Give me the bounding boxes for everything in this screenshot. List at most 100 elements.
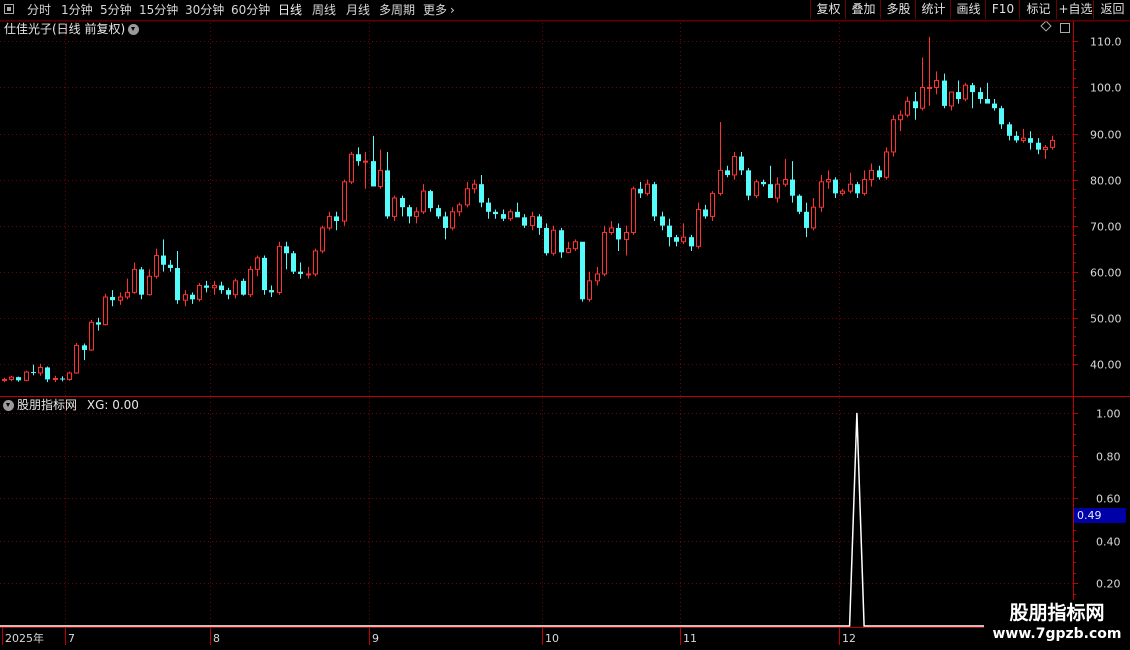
candle-body: [89, 321, 94, 351]
candle-body: [855, 184, 860, 194]
candle-body: [905, 100, 910, 116]
candle-body: [840, 190, 845, 194]
candle-body: [436, 208, 441, 217]
candle-body: [313, 250, 318, 275]
candle-down: [371, 135, 376, 187]
candle-body: [320, 227, 325, 252]
candle-body: [183, 294, 188, 301]
candle-up: [154, 248, 159, 279]
candle-body: [609, 227, 614, 234]
candle-up: [840, 188, 845, 196]
candle-body: [154, 255, 159, 277]
candle-body: [262, 257, 267, 291]
candle-body: [139, 269, 144, 295]
candle-body: [739, 156, 744, 171]
candle-up: [949, 91, 954, 111]
candle-up: [306, 267, 311, 279]
candle-body: [566, 248, 571, 253]
candle-body: [479, 184, 484, 203]
candle-body: [869, 169, 874, 181]
candle-body: [465, 188, 470, 206]
candle-down: [16, 376, 21, 382]
candle-body: [537, 216, 542, 228]
candle-down: [139, 267, 144, 300]
candle-down: [790, 161, 795, 203]
candle-body: [522, 217, 527, 226]
candle-down: [45, 366, 50, 383]
candle-down: [674, 234, 679, 247]
candle-body: [132, 268, 137, 293]
candle-down: [204, 280, 209, 293]
candle-body: [862, 179, 867, 194]
candle-down: [877, 165, 882, 180]
candle-body: [877, 170, 882, 178]
candle-up: [963, 82, 968, 102]
candle-down: [400, 195, 405, 217]
candle-up: [74, 343, 79, 374]
candle-body: [428, 191, 433, 209]
main-y-tick-label: 90.00: [1090, 129, 1122, 142]
candle-down: [1036, 138, 1041, 155]
candle-up: [754, 179, 759, 198]
candle-body: [696, 209, 701, 247]
candle-body: [31, 372, 36, 374]
chart-area[interactable]: 110.0 100.0 90.00 80.00 70.00 60.00 50.00 40.00…: [0, 0, 1130, 650]
candle-up: [602, 225, 607, 277]
candle-up: [898, 110, 903, 132]
candle-body: [110, 296, 115, 301]
candle-down: [501, 209, 506, 222]
candle-body: [710, 192, 715, 217]
candle-down: [1028, 131, 1033, 150]
candle-body: [226, 290, 231, 295]
candle-body: [884, 151, 889, 178]
candle-up: [9, 375, 14, 382]
candle-body: [82, 345, 87, 350]
candle-body: [1050, 139, 1055, 148]
candle-body: [819, 181, 824, 208]
candle-down: [436, 204, 441, 219]
candle-up: [24, 370, 29, 382]
candle-down: [999, 105, 1004, 129]
x-axis-label: 2025年: [5, 631, 44, 645]
candle-body: [385, 170, 390, 217]
x-axis-label: 10: [545, 632, 559, 645]
candle-body: [457, 204, 462, 213]
candle-down: [616, 223, 621, 251]
candle-body: [559, 230, 564, 253]
candle-up: [645, 179, 650, 196]
candle-down: [761, 179, 766, 187]
candle-up: [811, 197, 816, 231]
candle-body: [255, 257, 260, 270]
x-axis-label: 11: [683, 632, 697, 645]
candle-down: [652, 181, 657, 222]
candle-down: [407, 204, 412, 224]
candle-body: [732, 156, 737, 176]
candle-body: [804, 211, 809, 228]
candle-up: [566, 241, 571, 254]
candle-down: [855, 181, 860, 198]
candle-up: [212, 280, 217, 295]
candle-body: [970, 85, 975, 93]
candle-body: [1014, 135, 1019, 141]
candle-body: [1036, 142, 1041, 150]
candle-up: [457, 202, 462, 217]
watermark-title: 股朋指标网: [1009, 602, 1105, 624]
candle-body: [963, 84, 968, 100]
candle-body: [349, 153, 354, 183]
candle-up: [826, 170, 831, 189]
candle-up: [1043, 145, 1048, 159]
candle-up: [118, 292, 123, 305]
candle-body: [587, 280, 592, 300]
candle-up: [421, 184, 426, 215]
candle-body: [992, 103, 997, 109]
candle-down: [82, 343, 87, 361]
candle-body: [631, 188, 636, 234]
candle-down: [992, 98, 997, 111]
candle-body: [371, 161, 376, 187]
candle-body: [595, 273, 600, 282]
candle-up: [125, 278, 130, 300]
candle-body: [421, 190, 426, 213]
candle-body: [363, 160, 368, 163]
candle-body: [783, 179, 788, 185]
candle-body: [913, 101, 918, 109]
